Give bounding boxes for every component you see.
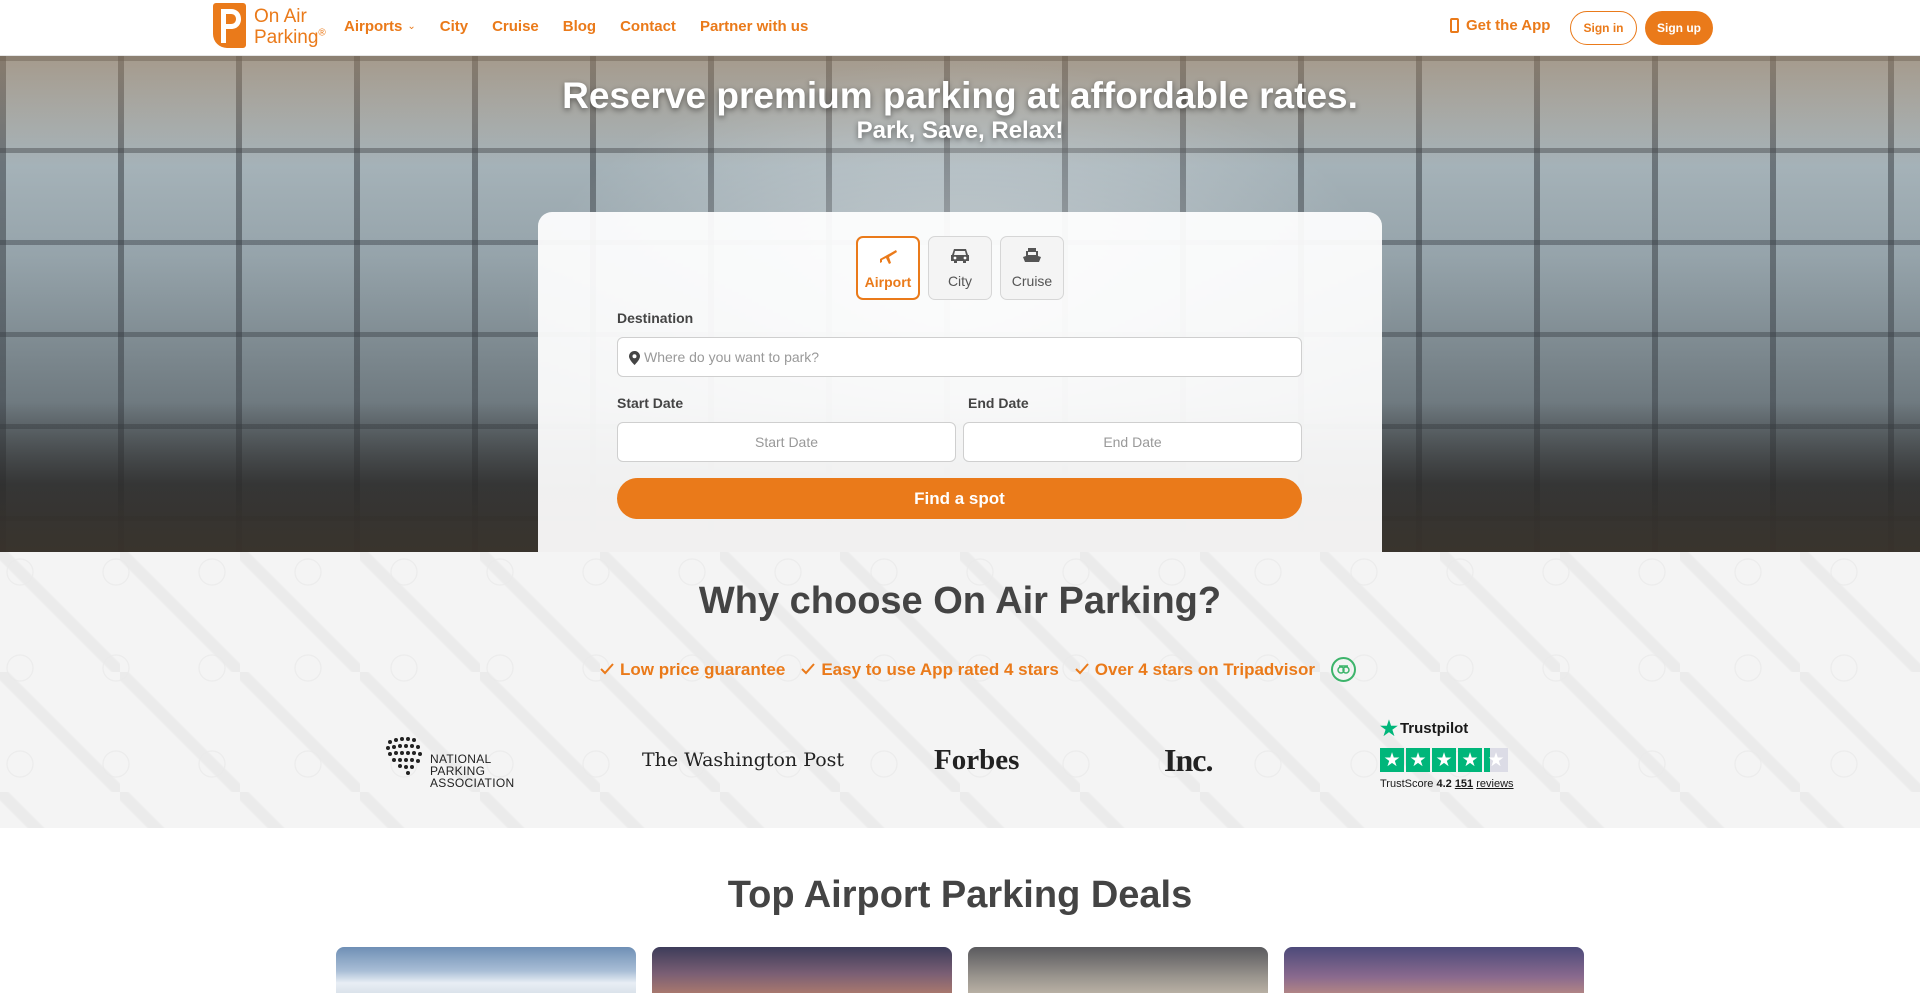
- end-date-placeholder: End Date: [1103, 434, 1162, 450]
- inc-logo: Inc.: [1164, 742, 1213, 778]
- destination-input[interactable]: Where do you want to park?: [617, 337, 1302, 377]
- nav-item-label: Cruise: [492, 18, 539, 35]
- trustpilot-star-icon: ★: [1380, 718, 1398, 740]
- national-parking-association-logo: NATIONAL PARKING ASSOCIATION: [384, 736, 514, 790]
- logo-text-parking: Parking®: [254, 27, 326, 48]
- perk-item: Low price guarantee: [600, 660, 785, 680]
- sign-in-button[interactable]: Sign in: [1570, 11, 1637, 45]
- hero-subtitle: Park, Save, Relax!: [856, 117, 1064, 144]
- deal-card[interactable]: [336, 947, 636, 993]
- star-icon: ★: [1380, 748, 1404, 772]
- destination-label: Destination: [617, 310, 694, 326]
- checkmark-icon: [801, 660, 816, 680]
- trustpilot-widget[interactable]: ★ Trustpilot ★ ★ ★ ★ ★ TrustScore 4.2 15…: [1380, 716, 1530, 790]
- checkmark-icon: [1075, 660, 1089, 680]
- parking-type-selector: Airport City Cruise: [856, 236, 1072, 300]
- trustpilot-rating-stars: ★ ★ ★ ★ ★: [1380, 748, 1530, 772]
- npa-wordmark: NATIONAL PARKING ASSOCIATION: [430, 752, 515, 790]
- nav-item-label: City: [439, 18, 469, 35]
- end-date-input[interactable]: End Date: [963, 422, 1302, 462]
- top-nav: On Air Parking® Airports ⌄ City Cruise B…: [0, 0, 1920, 56]
- sign-up-button[interactable]: Sign up: [1645, 11, 1713, 45]
- perk-item: Over 4 stars on Tripadvisor: [1075, 660, 1315, 680]
- nav-item-contact[interactable]: Contact: [620, 18, 676, 35]
- checkmark-icon: [600, 660, 614, 680]
- ship-icon: [1022, 247, 1042, 267]
- logo-mark-icon: [213, 3, 246, 48]
- mode-label: Airport: [864, 273, 912, 290]
- star-icon: ★: [1458, 748, 1482, 772]
- trustpilot-brand: ★ Trustpilot: [1380, 718, 1469, 740]
- mode-label: City: [947, 273, 973, 289]
- nav-item-partner[interactable]: Partner with us: [700, 18, 808, 35]
- perk-label: Low price guarantee: [620, 659, 786, 679]
- destination-placeholder: Where do you want to park?: [644, 349, 820, 365]
- mode-city-button[interactable]: City: [928, 236, 992, 300]
- find-a-spot-button[interactable]: Find a spot: [617, 478, 1302, 519]
- start-date-label: Start Date: [617, 395, 684, 411]
- tripadvisor-icon: [1330, 657, 1356, 682]
- perk-item: Easy to use App rated 4 stars: [801, 659, 1059, 680]
- mode-airport-button[interactable]: Airport: [856, 236, 920, 300]
- perk-label: Over 4 stars on Tripadvisor: [1094, 659, 1315, 679]
- star-icon: ★: [1406, 748, 1430, 772]
- why-title: Why choose On Air Parking?: [698, 580, 1222, 622]
- washington-post-logo: The Washington Post: [642, 749, 845, 771]
- map-pin-icon: [629, 351, 640, 368]
- nav-item-cruise[interactable]: Cruise: [492, 18, 539, 35]
- start-date-placeholder: Start Date: [754, 434, 819, 450]
- perk-label: Easy to use App rated 4 stars: [821, 659, 1059, 679]
- reviews-link[interactable]: 151: [1455, 778, 1473, 790]
- phone-icon: [1450, 18, 1459, 33]
- deal-card[interactable]: [1284, 947, 1584, 993]
- star-icon: ★: [1432, 748, 1456, 772]
- nav-item-label: Contact: [620, 18, 676, 35]
- chevron-down-icon: ⌄: [407, 21, 416, 32]
- nav-item-city[interactable]: City: [440, 18, 468, 35]
- car-icon: [950, 247, 970, 267]
- main-menu: Airports ⌄ City Cruise Blog Contact Part…: [344, 18, 832, 35]
- logo-text-on-air: On Air: [254, 6, 307, 27]
- trustscore-text: TrustScore 4.2 151 reviews: [1380, 778, 1514, 790]
- star-icon: ★: [1484, 748, 1508, 772]
- why-choose-section: Why choose On Air Parking? Low price gua…: [0, 552, 1920, 828]
- deals-title: Top Airport Parking Deals: [727, 874, 1193, 916]
- plane-icon: [878, 247, 898, 268]
- get-the-app-link[interactable]: Get the App: [1450, 17, 1550, 34]
- mode-label: Cruise: [1011, 273, 1053, 289]
- forbes-logo: Forbes: [934, 744, 1020, 776]
- nav-item-blog[interactable]: Blog: [563, 18, 596, 35]
- hero-title: Reserve premium parking at affordable ra…: [562, 75, 1358, 116]
- hero-banner: Reserve premium parking at affordable ra…: [0, 56, 1920, 552]
- end-date-label: End Date: [968, 395, 1029, 411]
- deal-card[interactable]: [652, 947, 952, 993]
- mode-cruise-button[interactable]: Cruise: [1000, 236, 1064, 300]
- reviews-link-label[interactable]: reviews: [1476, 778, 1513, 790]
- search-card: Airport City Cruise Destination Where do…: [538, 212, 1382, 552]
- nav-item-label: Blog: [562, 18, 597, 35]
- start-date-input[interactable]: Start Date: [617, 422, 956, 462]
- nav-item-label: Airports: [344, 18, 403, 35]
- nav-item-label: Partner with us: [699, 18, 809, 35]
- nav-item-airports[interactable]: Airports ⌄: [344, 18, 416, 35]
- get-the-app-label: Get the App: [1466, 17, 1551, 34]
- perks-list: Low price guarantee Easy to use App rate…: [600, 657, 1356, 682]
- on-air-parking-logo[interactable]: On Air Parking®: [213, 3, 326, 49]
- deal-card[interactable]: [968, 947, 1268, 993]
